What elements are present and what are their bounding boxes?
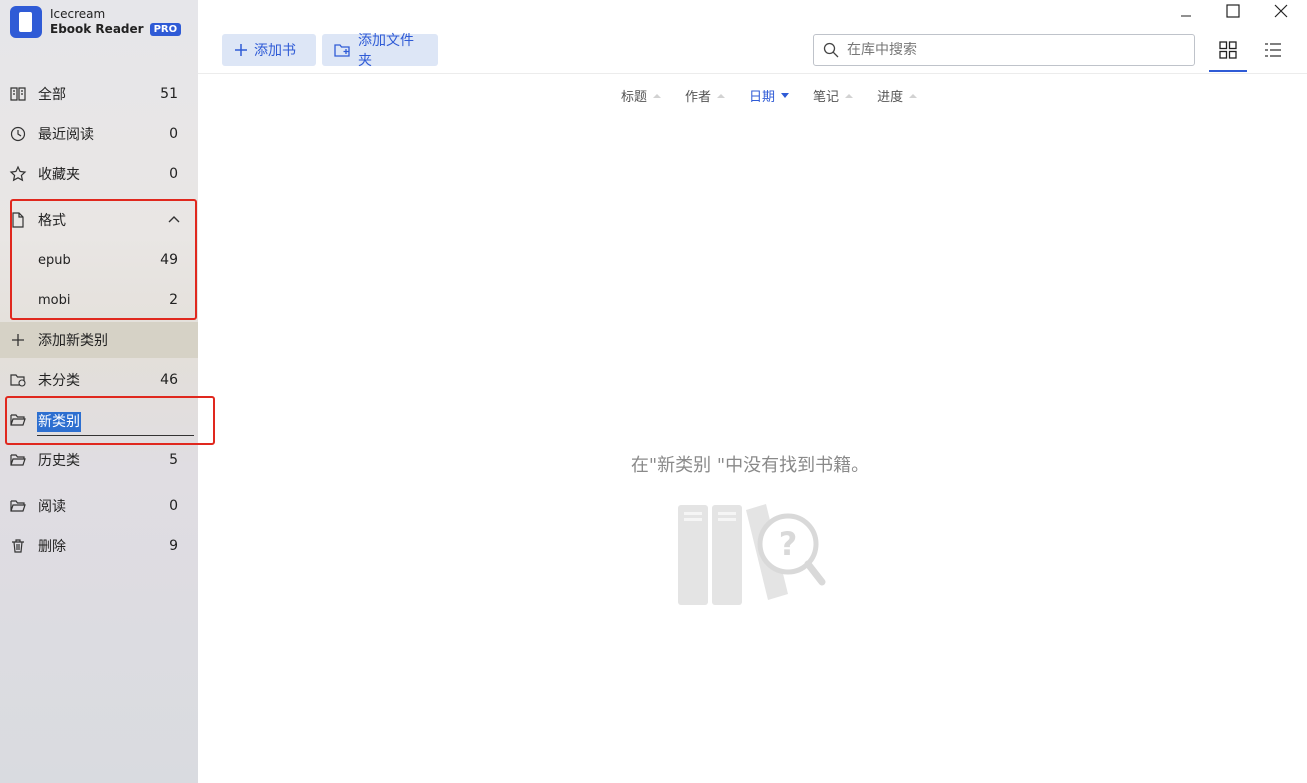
- sort-arrow-icon: [781, 93, 790, 98]
- sidebar-item-count: 0: [169, 166, 178, 182]
- sidebar-item-reading[interactable]: 阅读 0: [0, 488, 198, 524]
- sidebar-item-count: 0: [169, 126, 178, 142]
- sort-label: 进度: [877, 90, 904, 105]
- sidebar-item-trash[interactable]: 删除 9: [0, 528, 198, 564]
- search-input[interactable]: [847, 42, 1177, 58]
- pro-badge: PRO: [149, 23, 182, 36]
- list-icon: [1265, 43, 1281, 57]
- sidebar-item-label: 删除: [38, 539, 66, 555]
- sidebar-item-count: 0: [169, 498, 178, 514]
- sidebar-item-count: 9: [169, 538, 178, 554]
- sidebar-item-label: 阅读: [38, 499, 66, 515]
- sidebar-item-count: 49: [160, 252, 178, 268]
- add-folder-button[interactable]: 添加文件夹: [322, 33, 438, 69]
- sidebar-item-recent[interactable]: 最近阅读 0: [0, 116, 198, 152]
- folder-open-icon: [10, 500, 26, 512]
- sort-progress[interactable]: 进度: [877, 86, 918, 105]
- sort-bar: 标题 作者 日期 笔记 进度: [621, 86, 941, 105]
- chevron-up-icon[interactable]: [168, 215, 180, 225]
- plus-icon: [235, 44, 247, 56]
- file-icon: [12, 212, 24, 228]
- sidebar-item-count: 46: [160, 372, 178, 388]
- search-icon: [823, 42, 839, 58]
- folder-open-icon: [10, 414, 26, 426]
- trash-icon: [12, 539, 24, 553]
- list-view-button[interactable]: [1254, 34, 1292, 66]
- sidebar-item-label: epub: [38, 252, 71, 268]
- sort-arrow-icon: [909, 93, 918, 98]
- app-logo: Icecream Ebook Reader PRO: [10, 6, 182, 38]
- sidebar-item-label: 历史类: [38, 453, 80, 469]
- sort-title[interactable]: 标题: [621, 86, 662, 105]
- sort-label: 作者: [685, 90, 712, 105]
- sidebar-item-count: 51: [160, 86, 178, 102]
- search-box[interactable]: [813, 34, 1195, 66]
- sort-author[interactable]: 作者: [685, 86, 726, 105]
- app-name-line2: Ebook Reader: [50, 22, 144, 36]
- toolbar-divider: [198, 73, 1307, 74]
- folder-plus-icon: [334, 44, 350, 57]
- sidebar-item-mobi[interactable]: mobi 2: [0, 282, 198, 318]
- active-view-indicator: [1209, 70, 1247, 72]
- sidebar-item-label: 全部: [38, 87, 66, 103]
- rename-selected-text[interactable]: 新类别: [37, 412, 81, 432]
- sidebar-item-all[interactable]: 全部 51: [0, 76, 198, 112]
- minimize-icon: [1181, 15, 1191, 17]
- sidebar-item-history[interactable]: 历史类 5: [0, 442, 198, 478]
- add-book-label: 添加书: [254, 43, 296, 59]
- grid-view-button[interactable]: [1209, 34, 1247, 66]
- sort-label: 标题: [621, 90, 648, 105]
- maximize-button[interactable]: [1210, 0, 1256, 22]
- sidebar-item-label: 最近阅读: [38, 127, 94, 143]
- sidebar-item-label: 未分类: [38, 373, 80, 389]
- sort-arrow-icon: [845, 93, 854, 98]
- sort-notes[interactable]: 笔记: [813, 86, 854, 105]
- empty-books-search-icon: ?: [678, 504, 826, 605]
- sidebar-item-epub[interactable]: epub 49: [0, 242, 198, 278]
- sidebar-item-favorites[interactable]: 收藏夹 0: [0, 156, 198, 192]
- sort-arrow-icon: [653, 93, 662, 98]
- sidebar-item-label: 收藏夹: [38, 167, 80, 183]
- grid-icon: [1219, 41, 1237, 59]
- sort-label: 日期: [749, 90, 776, 105]
- folder-question-icon: [10, 374, 26, 387]
- history-icon: [10, 126, 26, 142]
- sort-label: 笔记: [813, 90, 840, 105]
- plus-icon: [12, 334, 24, 346]
- app-name-line1: Icecream: [50, 7, 106, 21]
- add-category-button[interactable]: 添加新类别: [0, 322, 198, 358]
- close-icon: [1274, 4, 1288, 18]
- book-open-icon: [10, 87, 26, 101]
- minimize-button[interactable]: [1163, 0, 1209, 22]
- maximize-icon: [1226, 4, 1240, 18]
- sidebar-item-label: mobi: [38, 292, 71, 308]
- sort-arrow-icon: [717, 93, 726, 98]
- svg-text:?: ?: [779, 525, 798, 563]
- sidebar: Icecream Ebook Reader PRO 全部 51 最近阅读 0 收藏…: [0, 0, 198, 783]
- sidebar-item-label: 格式: [38, 213, 66, 229]
- sidebar-item-count: 2: [169, 292, 178, 308]
- sidebar-item-uncategorized[interactable]: 未分类 46: [0, 362, 198, 398]
- sort-date[interactable]: 日期: [749, 86, 790, 105]
- empty-state-message: 在"新类别 "中没有找到书籍。: [630, 455, 870, 476]
- add-category-label: 添加新类别: [38, 333, 108, 349]
- sidebar-item-count: 5: [169, 452, 178, 468]
- add-folder-label: 添加文件夹: [358, 33, 414, 69]
- folder-open-icon: [10, 454, 26, 466]
- sidebar-item-format[interactable]: 格式: [0, 202, 198, 238]
- rename-category-field[interactable]: 新类别: [37, 410, 194, 436]
- app-logo-icon: [10, 6, 42, 38]
- star-icon: [9, 165, 27, 182]
- add-book-button[interactable]: 添加书: [222, 34, 316, 66]
- close-button[interactable]: [1258, 0, 1304, 22]
